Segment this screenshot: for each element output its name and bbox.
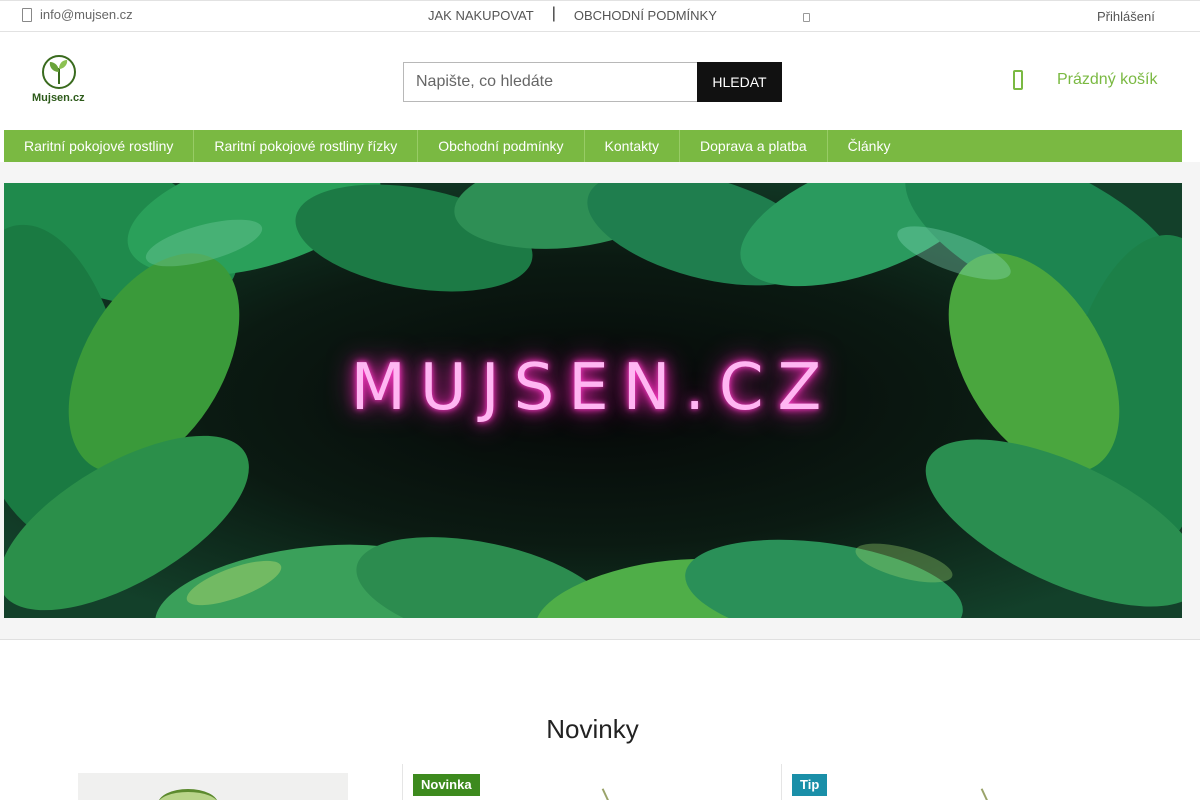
- nav-item-terms[interactable]: Obchodní podmínky: [418, 130, 585, 162]
- badge-tip: Tip: [792, 774, 828, 796]
- nav-item-rare-plants[interactable]: Raritní pokojové rostliny: [4, 130, 195, 162]
- plant-sprout-icon: [42, 55, 76, 89]
- cart-icon: [1013, 70, 1023, 90]
- product-card[interactable]: [20, 764, 402, 800]
- top-bar: info@mujsen.cz JAK NAKUPOVAT | OBCHODNÍ …: [0, 0, 1200, 32]
- nav-item-rare-plant-cuttings[interactable]: Raritní pokojové rostliny řízky: [194, 130, 419, 162]
- nav-item-articles[interactable]: Články: [828, 130, 911, 162]
- main-nav: Raritní pokojové rostliny Raritní pokojo…: [4, 130, 1182, 162]
- link-terms[interactable]: OBCHODNÍ PODMÍNKY: [574, 8, 717, 23]
- nav-item-shipping-payment[interactable]: Doprava a platba: [680, 130, 828, 162]
- product-card[interactable]: Novinka: [402, 764, 781, 800]
- product-image[interactable]: [78, 773, 348, 800]
- login-link[interactable]: Přihlášení: [1097, 9, 1155, 24]
- hero-banner[interactable]: MUJSEN.CZ: [4, 183, 1182, 618]
- cart-label: Prázdný košík: [1057, 71, 1158, 88]
- site-logo[interactable]: Mujsen.cz: [30, 54, 90, 108]
- cart-link[interactable]: Prázdný košík: [1013, 70, 1157, 90]
- product-card[interactable]: Tip: [781, 764, 1180, 800]
- new-products-title: Novinky: [546, 714, 639, 744]
- badge-new: Novinka: [413, 774, 480, 796]
- banner-section: MUJSEN.CZ: [0, 162, 1200, 640]
- nav-item-contacts[interactable]: Kontakty: [585, 130, 681, 162]
- product-image-plant: [601, 788, 611, 800]
- contact-email[interactable]: info@mujsen.cz: [22, 7, 133, 22]
- link-how-to-buy[interactable]: JAK NAKUPOVAT: [428, 8, 534, 23]
- product-image-plant: [980, 788, 990, 800]
- logo-text: Mujsen.cz: [32, 92, 85, 104]
- link-separator: |: [551, 5, 556, 22]
- top-links: JAK NAKUPOVAT | OBCHODNÍ PODMÍNKY: [428, 5, 717, 24]
- search-button[interactable]: HLEDAT: [697, 62, 782, 102]
- product-image-plant: [158, 789, 218, 800]
- small-icon[interactable]: [803, 13, 810, 22]
- search-form: HLEDAT: [403, 62, 782, 102]
- mail-icon: [22, 7, 32, 22]
- banner-title: MUJSEN.CZ: [350, 351, 836, 425]
- contact-email-text[interactable]: info@mujsen.cz: [40, 7, 133, 22]
- search-input[interactable]: [403, 62, 697, 102]
- product-list: Novinka Tip: [20, 764, 1180, 800]
